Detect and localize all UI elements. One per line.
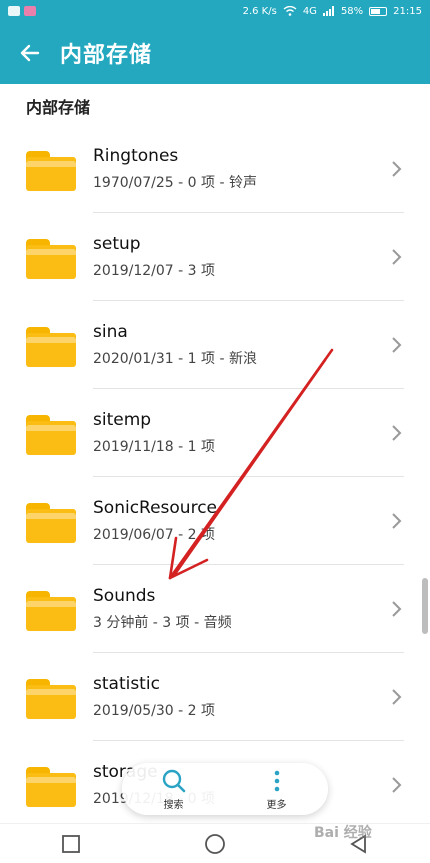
- list-item[interactable]: setup 2019/12/07 - 3 项: [0, 213, 430, 301]
- file-meta: 2019/11/18 - 1 项: [93, 439, 216, 455]
- file-meta: 1970/07/25 - 0 项 - 铃声: [93, 175, 257, 191]
- chevron-right-icon: [392, 777, 402, 793]
- signal-label: 4G: [302, 5, 317, 17]
- status-left: [8, 6, 36, 16]
- chevron-right-icon: [392, 513, 402, 529]
- watermark-text: Bai 经验: [314, 825, 372, 841]
- arrow-left-icon: [20, 44, 40, 62]
- more-button[interactable]: 更多: [237, 768, 317, 811]
- folder-icon: [26, 767, 76, 807]
- search-icon: [162, 769, 185, 792]
- list-item[interactable]: Sounds 3 分钟前 - 3 项 - 音频: [0, 565, 430, 653]
- app-bar: 内部存储: [0, 22, 430, 84]
- section-title: 内部存储: [26, 98, 91, 117]
- chevron-right-icon: [392, 249, 402, 265]
- folder-icon: [26, 679, 76, 719]
- list-item[interactable]: Ringtones 1970/07/25 - 0 项 - 铃声: [0, 125, 430, 213]
- signal-icon: [322, 6, 334, 16]
- more-vertical-icon: [274, 770, 279, 791]
- chevron-right-icon: [392, 689, 402, 705]
- chevron-right-icon: [392, 425, 402, 441]
- more-label: 更多: [266, 799, 287, 811]
- folder-icon: [26, 503, 76, 543]
- edge-scroll-handle[interactable]: [422, 578, 428, 634]
- list-item[interactable]: statistic 2019/05/30 - 2 项: [0, 653, 430, 741]
- network-speed: 2.6 K/s: [242, 5, 277, 17]
- chevron-right-icon: [392, 601, 402, 617]
- file-name: Ringtones: [93, 146, 179, 166]
- file-name: setup: [93, 234, 141, 254]
- chevron-right-icon: [392, 337, 402, 353]
- folder-icon: [26, 415, 76, 455]
- chevron-right-icon: [392, 161, 402, 177]
- page-title: 内部存储: [60, 43, 153, 68]
- folder-icon: [26, 591, 76, 631]
- file-meta: 2019/05/30 - 2 项: [93, 703, 216, 719]
- file-name: SonicResource: [93, 498, 217, 518]
- clock: 21:15: [393, 5, 422, 17]
- bottom-action-bar: 搜索 更多: [122, 763, 328, 815]
- list-item[interactable]: SonicResource 2019/06/07 - 2 项: [0, 477, 430, 565]
- file-meta: 2019/12/07 - 3 项: [93, 263, 216, 279]
- list-item[interactable]: sitemp 2019/11/18 - 1 项: [0, 389, 430, 477]
- file-name: Sounds: [93, 586, 156, 606]
- file-name: sina: [93, 322, 128, 342]
- file-name: statistic: [93, 674, 160, 694]
- list-item[interactable]: sina 2020/01/31 - 1 项 - 新浪: [0, 301, 430, 389]
- battery-percent: 58%: [340, 5, 364, 17]
- recents-square-icon[interactable]: [61, 834, 81, 854]
- battery-icon: [369, 6, 388, 16]
- search-label: 搜索: [163, 799, 184, 811]
- back-button[interactable]: [0, 22, 60, 84]
- notification-app-icon: [8, 6, 20, 16]
- search-button[interactable]: 搜索: [134, 768, 214, 811]
- file-list: Ringtones 1970/07/25 - 0 项 - 铃声 setup 20…: [0, 125, 430, 829]
- status-right: 2.6 K/s 4G 58% 21:15: [243, 6, 422, 17]
- folder-icon: [26, 327, 76, 367]
- file-meta: 3 分钟前 - 3 项 - 音频: [93, 615, 232, 631]
- status-bar: 2.6 K/s 4G 58% 21:15: [0, 0, 430, 22]
- file-meta: 2019/06/07 - 2 项: [93, 527, 216, 543]
- folder-icon: [26, 239, 76, 279]
- notification-app-icon-2: [24, 6, 36, 16]
- file-meta: 2020/01/31 - 1 项 - 新浪: [93, 351, 257, 367]
- wifi-icon: [283, 6, 297, 16]
- home-circle-icon[interactable]: [204, 833, 226, 855]
- folder-icon: [26, 151, 76, 191]
- file-name: sitemp: [93, 410, 152, 430]
